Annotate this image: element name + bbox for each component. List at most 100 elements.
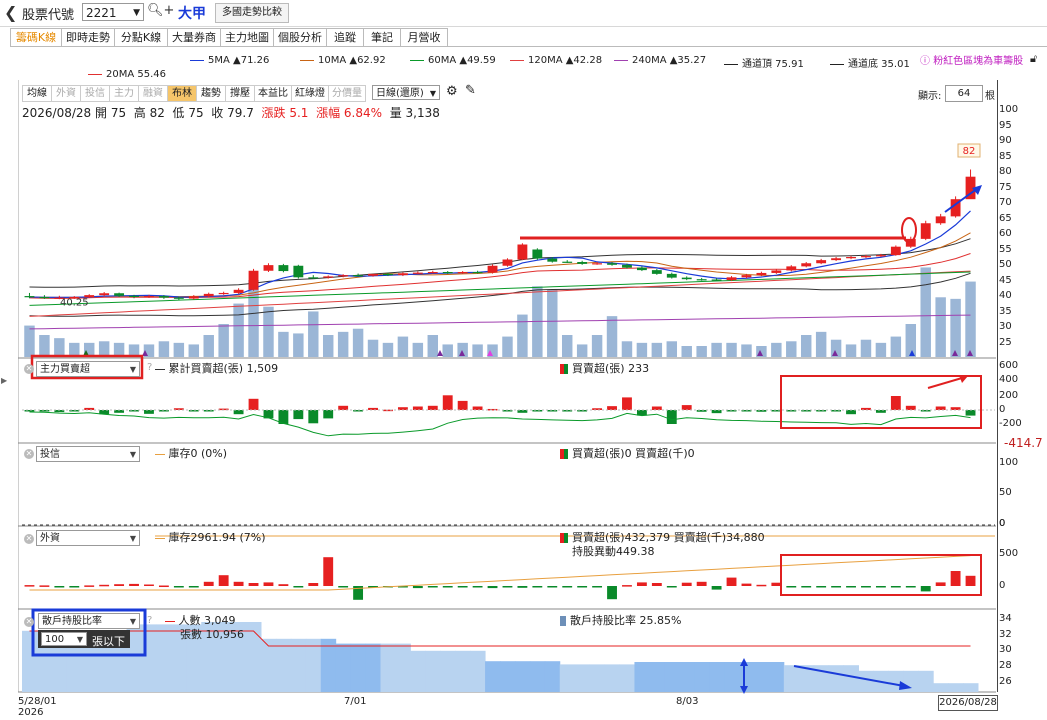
volume-bar <box>337 331 349 357</box>
candle-body <box>353 275 364 277</box>
foreign-bar <box>756 584 767 587</box>
volume-bar <box>233 303 244 357</box>
help-icon[interactable]: ? <box>147 362 152 373</box>
holder-ratio-bar <box>649 662 665 692</box>
x-current-date: 2026/08/28 <box>938 695 998 711</box>
candle-body <box>218 292 229 295</box>
price-tick: 85 <box>999 150 1012 162</box>
volume-bar <box>576 344 588 357</box>
foreign-bar <box>39 585 50 587</box>
volume-bar <box>606 316 618 357</box>
volume-bar <box>367 339 379 357</box>
trend-arrow <box>944 187 979 213</box>
close-icon[interactable]: ✕ <box>24 534 34 544</box>
foreign-bar <box>547 586 558 588</box>
main-force-bar <box>965 410 976 416</box>
volume-bar <box>636 342 648 357</box>
holder-ratio-bar <box>395 643 411 692</box>
main-force-highlight-box <box>780 375 982 429</box>
foreign-bar <box>935 582 946 586</box>
x-label-mid: 7/01 <box>344 696 367 707</box>
holder-ratio-bar <box>619 664 635 692</box>
main-force-tick: 200 <box>999 390 1019 401</box>
candle-body <box>636 267 647 271</box>
price-tick: 60 <box>999 228 1012 239</box>
holder-ratio-bar <box>440 650 456 692</box>
holder-threshold-select[interactable]: 100 ▼ <box>41 632 87 646</box>
ma120-line <box>29 270 971 317</box>
foreign-bar <box>54 586 65 588</box>
candle-body <box>756 272 767 276</box>
volume-bar <box>173 342 185 357</box>
candle-body <box>562 261 573 263</box>
holder-ratio-bar <box>664 662 680 692</box>
main-force-select[interactable]: 主力買賣超 ▼ <box>36 361 140 377</box>
high-price-label: 82 <box>963 146 976 157</box>
main-force-cum-legend: 累計買賣超(張) 1,509 <box>155 360 278 376</box>
holder-ratio-bar <box>455 650 471 692</box>
volume-bar <box>771 342 782 357</box>
chevron-down-icon: ▼ <box>76 635 83 644</box>
holder-ratio-bar <box>604 664 620 692</box>
price-tick: 80 <box>999 166 1012 177</box>
price-tick: 45 <box>999 274 1012 286</box>
volume-bar <box>935 297 946 357</box>
foreign-bar <box>99 584 110 587</box>
volume-bar <box>382 342 394 357</box>
foreign-tick: 0 <box>999 580 1006 591</box>
close-icon[interactable]: ✕ <box>24 364 34 374</box>
foreign-bar <box>114 584 125 586</box>
foreign-bar <box>801 586 812 588</box>
foreign-bar <box>233 581 244 586</box>
foreign-select[interactable]: 外資 ▼ <box>36 530 140 546</box>
chevron-down-icon: ▼ <box>129 365 136 374</box>
price-tick: 95 <box>999 119 1012 131</box>
x-label-aug: 8/03 <box>676 696 699 707</box>
candle-body <box>801 263 812 267</box>
foreign-bar <box>442 586 453 588</box>
holder-ratio-bar <box>22 630 38 692</box>
close-icon[interactable]: ✕ <box>24 617 34 627</box>
main-force-bar <box>711 410 722 414</box>
volume-bar <box>711 342 722 357</box>
main-force-bar <box>144 410 154 414</box>
foreign-bar <box>681 582 692 586</box>
foreign-bar <box>607 586 617 600</box>
candle-body <box>248 270 259 290</box>
holder-ratio-bar <box>634 662 650 692</box>
volume-bar <box>263 306 274 357</box>
volume-bar <box>188 344 200 357</box>
foreign-bar <box>920 586 931 592</box>
main-force-bar <box>905 405 916 410</box>
foreign-bar <box>711 586 722 590</box>
candle-body <box>114 293 125 296</box>
volume-bar <box>218 324 229 357</box>
foreign-bar <box>636 582 647 586</box>
foreign-bar <box>950 571 961 586</box>
holder-ratio-bar <box>485 661 501 692</box>
trust-select[interactable]: 投信 ▼ <box>36 446 140 462</box>
volume-bar <box>278 331 289 357</box>
close-icon[interactable]: ✕ <box>24 449 34 459</box>
volume-bar <box>248 280 259 357</box>
help-icon[interactable]: ? <box>147 615 152 626</box>
volume-bar <box>293 333 304 357</box>
candle-body <box>741 275 752 278</box>
holder-shares-legend: 張數 10,956 <box>180 628 244 641</box>
main-force-bar <box>248 398 259 410</box>
candle-body <box>651 270 662 274</box>
price-tick: 70 <box>999 197 1012 208</box>
main-force-tick: 0 <box>999 404 1006 415</box>
holder-ratio-bar <box>544 661 561 692</box>
holder-tick: 28 <box>999 660 1012 671</box>
main-force-cum-line <box>29 411 971 437</box>
price-tick: 40 <box>999 290 1012 301</box>
candle-body <box>711 279 722 281</box>
foreign-bar <box>771 582 782 586</box>
foreign-bar <box>457 586 468 588</box>
holder-ratio-select[interactable]: 散戶持股比率 ▼ <box>38 613 140 629</box>
volume-bar <box>666 341 678 357</box>
low-price-label: 40.25 <box>60 297 89 308</box>
holder-tick: 32 <box>999 629 1012 640</box>
volume-bar <box>905 324 917 357</box>
